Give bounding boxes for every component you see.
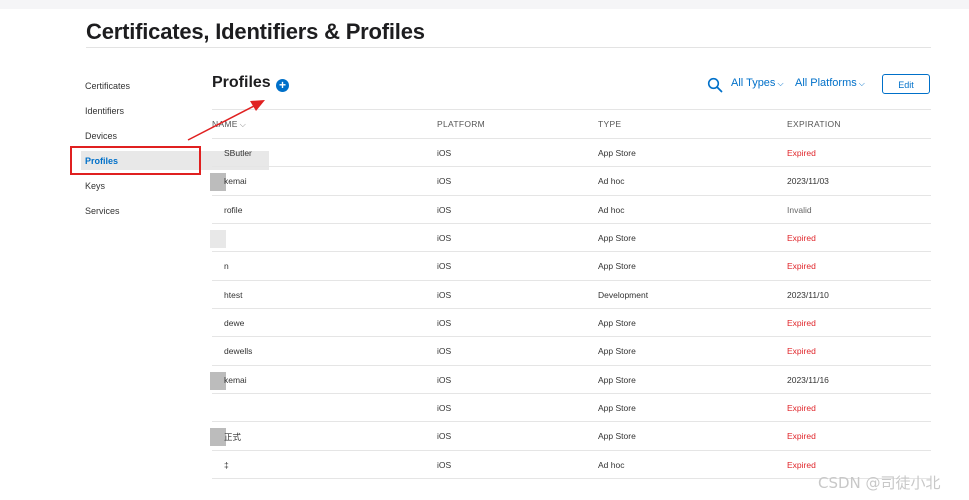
profile-expiration: Invalid <box>787 204 812 215</box>
profile-name[interactable]: kemai <box>224 176 247 186</box>
sidebar-item-devices[interactable]: Devices <box>85 127 117 145</box>
profiles-header: Profiles + <box>212 74 289 96</box>
profile-expiration: Expired <box>787 148 816 158</box>
table-row[interactable]: 正式 iOS App Store Expired <box>210 422 931 451</box>
profile-type: Ad hoc <box>598 176 625 187</box>
profile-type: App Store <box>598 403 636 414</box>
profiles-table: NAME ⌵ PLATFORM TYPE EXPIRATION SButler iO… <box>210 109 931 480</box>
profile-type: App Store <box>598 431 636 442</box>
profile-expiration: Expired <box>787 261 816 272</box>
profile-name[interactable]: dewells <box>224 346 252 356</box>
page-title: Certificates, Identifiers & Profiles <box>86 19 425 44</box>
section-title: Profiles <box>212 74 271 91</box>
type-filter-dropdown[interactable]: All Types ⌵ <box>731 77 784 89</box>
profile-type: App Store <box>598 148 636 158</box>
column-header-expiration: EXPIRATION <box>787 119 841 129</box>
column-header-name[interactable]: NAME ⌵ <box>212 119 246 130</box>
profile-expiration: Expired <box>787 459 816 470</box>
type-filter-label: All Types <box>731 77 776 89</box>
profile-platform: iOS <box>437 148 452 158</box>
profile-platform: iOS <box>437 403 452 414</box>
profile-name[interactable]: SButler <box>224 148 252 158</box>
table-row[interactable]: n iOS App Store Expired <box>212 252 931 281</box>
sidebar-item-keys[interactable]: Keys <box>85 177 105 195</box>
profile-type: App Store <box>598 318 636 329</box>
chevron-down-icon: ⌵ <box>858 79 865 88</box>
profile-expiration: 2023/11/03 <box>787 176 829 187</box>
table-row[interactable]: rofile iOS Ad hoc Invalid <box>212 196 931 225</box>
profile-type: App Store <box>598 233 636 244</box>
top-bar <box>0 0 969 9</box>
profile-platform: iOS <box>437 233 452 244</box>
table-header: NAME ⌵ PLATFORM TYPE EXPIRATION <box>212 109 931 139</box>
table-body: SButler iOS App Store Expired kemai iOS Ad hoc… <box>210 139 931 480</box>
watermark: CSDN @司徒小北 <box>818 474 941 492</box>
profile-expiration: Expired <box>787 431 816 442</box>
profile-type: App Store <box>598 346 636 357</box>
profile-platform: iOS <box>437 459 452 470</box>
chevron-down-icon: ⌵ <box>777 79 784 88</box>
profile-platform: iOS <box>437 346 452 357</box>
profile-name[interactable]: htest <box>224 290 242 300</box>
profile-type: Ad hoc <box>598 204 625 215</box>
profile-name[interactable]: kemai <box>224 375 247 385</box>
profile-name[interactable]: ‡ <box>224 460 229 470</box>
profile-name[interactable]: 正式 <box>224 431 241 443</box>
search-icon[interactable] <box>707 77 723 93</box>
chevron-down-icon: ⌵ <box>239 120 247 129</box>
edit-button[interactable]: Edit <box>882 74 930 94</box>
table-row[interactable]: SButler iOS App Store Expired <box>212 139 931 168</box>
profile-type: App Store <box>598 374 636 385</box>
table-row[interactable]: iOS App Store Expired <box>210 224 931 253</box>
platform-filter-label: All Platforms <box>795 77 857 89</box>
profile-type: Development <box>598 289 649 300</box>
column-header-type: TYPE <box>598 119 622 129</box>
profile-expiration: 2023/11/10 <box>787 289 829 300</box>
table-row[interactable]: iOS App Store Expired <box>212 394 931 423</box>
title-divider <box>86 47 931 48</box>
sidebar-item-certificates[interactable]: Certificates <box>85 77 130 95</box>
profile-platform: iOS <box>437 318 452 329</box>
profile-name[interactable]: rofile <box>224 205 242 215</box>
profile-platform: iOS <box>437 204 452 215</box>
profile-name[interactable]: dewe <box>224 318 244 328</box>
profile-platform: iOS <box>437 289 452 300</box>
table-row[interactable]: dewells iOS App Store Expired <box>212 337 931 366</box>
sidebar-item-identifiers[interactable]: Identifiers <box>85 102 124 120</box>
column-header-platform: PLATFORM <box>437 119 486 129</box>
profile-platform: iOS <box>437 261 452 272</box>
add-profile-icon[interactable]: + <box>276 79 289 92</box>
table-row[interactable]: kemai iOS App Store 2023/11/16 <box>210 366 931 395</box>
profile-expiration: Expired <box>787 318 816 329</box>
annotation-highlight-box <box>70 146 201 175</box>
redacted-block <box>210 230 226 249</box>
table-row[interactable]: htest iOS Development 2023/11/10 <box>212 281 931 310</box>
profile-platform: iOS <box>437 176 452 187</box>
platform-filter-dropdown[interactable]: All Platforms ⌵ <box>795 77 865 89</box>
profile-expiration: Expired <box>787 346 816 357</box>
table-row[interactable]: kemai iOS Ad hoc 2023/11/03 <box>210 167 931 196</box>
sidebar-item-services[interactable]: Services <box>85 202 120 220</box>
profile-platform: iOS <box>437 374 452 385</box>
profile-type: Ad hoc <box>598 459 625 470</box>
profile-name[interactable]: n <box>224 261 229 271</box>
profile-platform: iOS <box>437 431 452 442</box>
profile-expiration: Expired <box>787 403 816 414</box>
table-row[interactable]: dewe iOS App Store Expired <box>212 309 931 338</box>
profile-expiration: 2023/11/16 <box>787 374 829 385</box>
profile-expiration: Expired <box>787 233 816 244</box>
profile-type: App Store <box>598 261 636 272</box>
